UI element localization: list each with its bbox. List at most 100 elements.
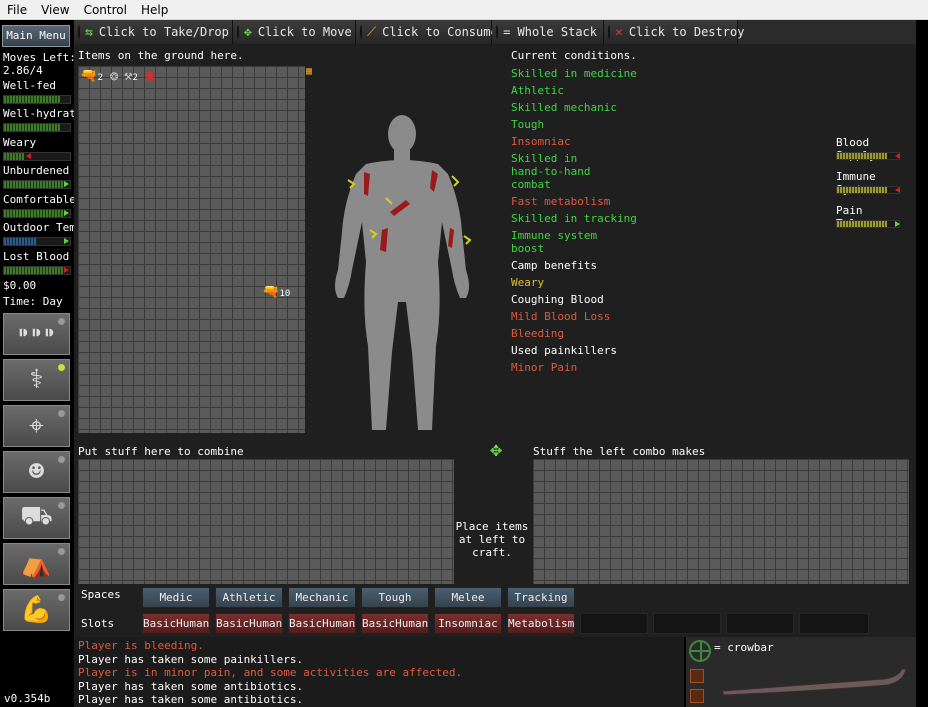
- body-silhouette: [335, 115, 472, 430]
- condition-item: Fast metabolism: [511, 195, 611, 208]
- moves-left-value: 2.86/4: [3, 64, 43, 77]
- conditions-title: Current conditions.: [511, 49, 637, 62]
- immune-system-bar: [836, 186, 900, 194]
- consume-mode[interactable]: ⟋ Click to Consume: [356, 20, 498, 44]
- menu-file[interactable]: File: [0, 3, 34, 17]
- slots-label: Slots: [81, 617, 115, 630]
- ground-grid[interactable]: [78, 66, 305, 433]
- destroy-label: Click to Destroy: [628, 25, 745, 39]
- slot-button-icon[interactable]: [690, 669, 704, 683]
- slot-item[interactable]: BasicHuman: [288, 613, 356, 634]
- move-label: Click to Move: [257, 25, 352, 39]
- stat-label-weary: Weary: [3, 136, 37, 149]
- main-menu-button[interactable]: Main Menu: [2, 25, 70, 47]
- stat-bar-outdoor-temp: [3, 237, 71, 246]
- craft-message: Place items at left to craft.: [455, 520, 529, 559]
- stat-bar-hydrated: [3, 123, 71, 132]
- take-drop-mode[interactable]: ⇆ Click to Take/Drop: [74, 20, 233, 44]
- pain-tolerance-bar: [836, 220, 900, 228]
- space-tracking[interactable]: Tracking: [507, 587, 575, 608]
- mode-radio-icon: [496, 25, 499, 39]
- condition-item: Used painkillers: [511, 344, 617, 357]
- conditions-panel: Current conditions. Skilled in medicine …: [511, 49, 641, 378]
- craft-icon[interactable]: ✥: [490, 437, 512, 461]
- condition-item: Immune system boost: [511, 229, 598, 255]
- mode-radio-icon: [608, 25, 610, 39]
- condition-item: Coughing Blood: [511, 293, 604, 306]
- tent-icon[interactable]: ⛺: [3, 543, 70, 585]
- crosshair-icon: [689, 640, 711, 662]
- survivor-icon[interactable]: ☻: [3, 451, 70, 493]
- gun-icon[interactable]: 🔫2: [80, 68, 103, 84]
- slot-empty[interactable]: [653, 613, 721, 634]
- space-medic[interactable]: Medic: [142, 587, 210, 608]
- action-toolbar: ⇆ Click to Take/Drop ✥ Click to Move ⟋ C…: [74, 20, 916, 44]
- condition-item: Tough: [511, 118, 545, 131]
- stat-label-fed: Well-fed: [3, 79, 56, 92]
- menu-control[interactable]: Control: [77, 3, 134, 17]
- stat-bar-lost-blood: [3, 266, 71, 275]
- result-label: Stuff the left combo makes: [533, 445, 706, 458]
- log-line: Player has taken some antibiotics.: [78, 679, 304, 693]
- slot-item[interactable]: BasicHuman: [361, 613, 429, 634]
- gun-icon[interactable]: 🔫10: [262, 284, 290, 300]
- caduceus-icon[interactable]: ⚕: [3, 359, 70, 401]
- condition-item: Skilled in medicine: [511, 67, 637, 80]
- slot-item[interactable]: BasicHuman: [215, 613, 283, 634]
- medkit-icon[interactable]: ▣: [146, 68, 154, 84]
- x-icon: ✕: [615, 24, 623, 40]
- space-melee[interactable]: Melee: [434, 587, 502, 608]
- muscle-icon[interactable]: 💪: [3, 589, 70, 631]
- equipped-label: = crowbar: [714, 641, 774, 654]
- combine-label: Put stuff here to combine: [78, 445, 244, 458]
- slot-item[interactable]: BasicHuman: [142, 613, 210, 634]
- stat-bar-burden: [3, 180, 71, 189]
- menu-help[interactable]: Help: [134, 3, 175, 17]
- whole-stack-mode[interactable]: = Whole Stack: [492, 20, 604, 44]
- space-athletic[interactable]: Athletic: [215, 587, 283, 608]
- menu-view[interactable]: View: [34, 3, 76, 17]
- arrows-icon: ⇆: [85, 24, 93, 40]
- crowbar-icon[interactable]: ⚒2: [124, 68, 138, 84]
- crosshair-icon[interactable]: ⌖: [3, 405, 70, 447]
- log-line: Player is in minor pain, and some activi…: [78, 666, 463, 680]
- condition-item: Weary: [511, 276, 545, 289]
- truck-icon[interactable]: ⛟: [3, 497, 70, 539]
- bullets-icon[interactable]: ⁍⁍⁍: [3, 313, 70, 355]
- destroy-mode[interactable]: ✕ Click to Destroy: [604, 20, 744, 44]
- slot-item[interactable]: Insomniac: [434, 613, 502, 634]
- consume-label: Click to Consume: [382, 25, 498, 39]
- condition-item: Skilled mechanic: [511, 101, 617, 114]
- ground-label: Items on the ground here.: [78, 49, 244, 62]
- stat-label-hydrated: Well-hydrate: [3, 107, 83, 120]
- stat-label-lost-blood: Lost Blood: [3, 250, 70, 263]
- log-line: Player is bleeding.: [78, 639, 204, 652]
- condition-item: Camp benefits: [511, 259, 598, 272]
- bandage-icon[interactable]: ❂: [110, 68, 118, 84]
- moves-left-label: Moves Left:: [3, 51, 76, 64]
- stat-bar-comfort: [3, 209, 71, 218]
- container-icon[interactable]: ▦: [306, 66, 312, 77]
- window-edge: [916, 20, 928, 707]
- syringe-icon: ⟋: [367, 24, 377, 40]
- time-readout: Time: Day: [3, 295, 63, 308]
- stat-bar-weary: [3, 152, 71, 161]
- slot-empty[interactable]: [799, 613, 869, 634]
- result-grid[interactable]: [533, 459, 909, 584]
- slot-empty[interactable]: [580, 613, 648, 634]
- crowbar-icon: [721, 668, 907, 696]
- whole-stack-label: = Whole Stack: [503, 25, 597, 39]
- move-mode[interactable]: ✥ Click to Move: [233, 20, 356, 44]
- combine-grid[interactable]: [78, 459, 454, 584]
- stat-label-comfort: Comfortable: [3, 193, 76, 206]
- slot-empty[interactable]: [726, 613, 794, 634]
- stat-label-burden: Unburdened: [3, 164, 70, 177]
- log-line: Player has taken some painkillers.: [78, 652, 304, 666]
- mode-radio-icon: [237, 25, 239, 39]
- inventory-screen: Items on the ground here. 🔫2 ❂ ⚒2 ▣ ▦ 🔫1…: [74, 44, 916, 637]
- space-tough[interactable]: Tough: [361, 587, 429, 608]
- slot-button-icon[interactable]: [690, 689, 704, 703]
- slot-item[interactable]: Metabolism: [507, 613, 575, 634]
- space-mechanic[interactable]: Mechanic: [288, 587, 356, 608]
- version-label: v0.354b: [4, 692, 51, 705]
